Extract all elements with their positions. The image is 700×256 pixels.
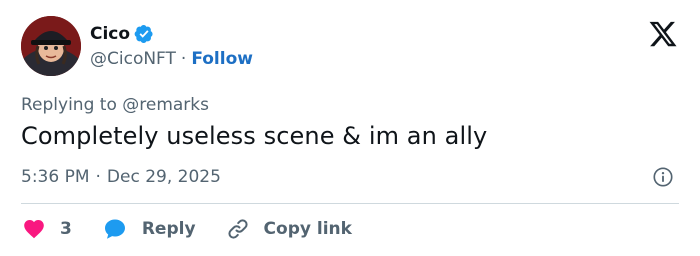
avatar-illustration (21, 16, 81, 76)
timestamp[interactable]: 5:36 PM · Dec 29, 2025 (21, 167, 221, 187)
tweet-time[interactable]: 5:36 PM (21, 167, 90, 187)
copy-link-button[interactable]: Copy link (226, 217, 352, 241)
follow-button[interactable]: Follow (191, 49, 253, 69)
tweet-header: Cico @CicoNFT · Follow (21, 16, 253, 76)
like-button[interactable]: 3 (22, 217, 72, 241)
display-name[interactable]: Cico (90, 24, 130, 44)
avatar[interactable] (21, 16, 81, 76)
divider (21, 203, 679, 204)
copy-link-label: Copy link (263, 219, 352, 239)
timestamp-separator: · (95, 167, 101, 187)
handle-row: @CicoNFT · Follow (90, 49, 253, 69)
tweet-card: Cico @CicoNFT · Follow Replying to @rema… (0, 0, 700, 256)
tweet-date[interactable]: Dec 29, 2025 (107, 167, 221, 187)
reply-button[interactable]: Reply (102, 217, 196, 241)
like-count: 3 (60, 219, 72, 239)
user-info: Cico @CicoNFT · Follow (90, 23, 253, 69)
action-bar: 3 Reply Copy link (22, 216, 352, 242)
tweet-text: Completely useless scene & im an ally (21, 122, 488, 150)
heart-icon (24, 220, 44, 239)
name-row: Cico (90, 23, 253, 45)
replying-to: Replying to @remarks (21, 95, 209, 115)
info-icon[interactable] (652, 166, 674, 188)
reply-label: Reply (141, 219, 196, 239)
user-handle[interactable]: @CicoNFT (90, 49, 176, 69)
separator-dot: · (180, 49, 187, 69)
x-logo-icon[interactable] (648, 19, 678, 49)
reply-bubble-icon (104, 219, 125, 239)
replying-to-handle[interactable]: @remarks (122, 95, 209, 115)
replying-to-prefix: Replying to (21, 95, 117, 115)
verified-badge-icon (134, 24, 154, 44)
link-icon (227, 219, 248, 239)
